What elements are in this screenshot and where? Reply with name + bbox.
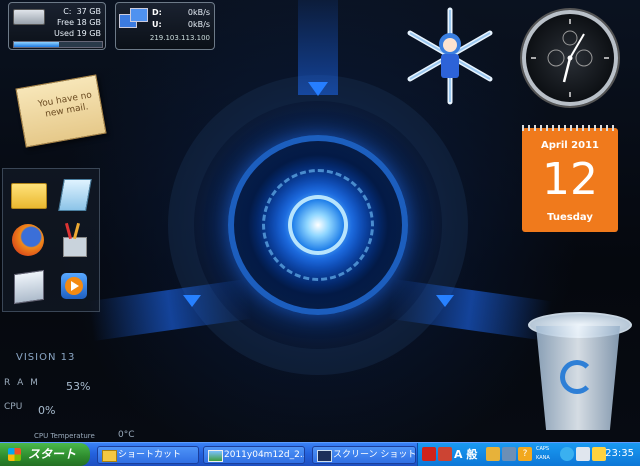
clock-face-icon [531,19,609,97]
cpu-label: CPU [4,402,23,412]
drive-free: Free 18 GB [57,18,101,27]
taskbar-item-shortcut[interactable]: ショートカット [97,446,199,464]
media-player-icon[interactable] [55,267,93,305]
calendar-day: 12 [542,154,598,205]
analog-clock-gadget[interactable] [522,10,618,106]
calendar-month-year: April 2011 [541,140,599,151]
clock-time[interactable]: 23:35 [605,448,634,459]
volume-tray-icon[interactable] [576,447,590,461]
wallpaper-glow-top [298,0,338,95]
screen-icon [317,450,332,462]
system-monitor-gadget: VISION 13 R A M 53% CPU 0% CPU Temperatu… [0,350,170,442]
calculator-icon[interactable] [9,267,47,305]
folder-icon [102,450,117,462]
drive-meter-gadget[interactable]: C: 37 GB Free 18 GB Used 19 GB [8,2,106,50]
cpu-value: 0% [38,404,56,417]
mail-notifier-gadget[interactable]: You have no new mail. [15,74,107,148]
ime-tool-icon[interactable] [486,447,500,461]
ram-value: 53% [66,380,91,393]
ime-dictionary-icon[interactable] [502,447,516,461]
red-tray-icon[interactable] [422,447,436,461]
recycle-bin-icon[interactable] [522,300,634,440]
drive-used: Used 19 GB [54,29,101,38]
ip-address: 219.103.113.100 [149,34,210,42]
paint-brushes-icon[interactable] [55,221,93,259]
task-label: スクリーン ショット [333,450,416,460]
caps-label: CAPS [536,446,550,452]
network-tray-icon[interactable] [560,447,574,461]
folder-icon[interactable] [9,175,47,213]
windows-logo-icon [8,448,21,461]
hard-drive-icon [13,9,45,25]
task-label: ショートカット [118,450,182,460]
notepad-icon[interactable] [55,175,93,213]
caps-kana-indicator: CAPS KANA [536,445,550,463]
recycle-symbol-icon [560,360,594,394]
task-label: 2011y04m12d_2... [224,450,305,460]
image-icon [208,450,223,462]
download-label: D: [152,8,162,17]
calendar-gadget[interactable]: April 2011 12 Tuesday [522,125,618,232]
cpu-temp-label: CPU Temperature [34,432,95,440]
taskbar: スタート ショートカット 2011y04m12d_2... スクリーン ショット… [0,442,640,466]
help-icon[interactable]: ? [518,447,532,461]
network-meter-gadget[interactable]: D: 0kB/s U: 0kB/s 219.103.113.100 [115,2,215,50]
calendar-weekday: Tuesday [547,212,593,223]
snowflake-character-gadget[interactable] [398,4,502,108]
snowflake-icon [407,7,493,105]
power-core [288,195,348,255]
upload-rate: 0kB/s [187,20,210,29]
upload-label: U: [152,20,162,29]
drive-total: C: 37 GB [63,7,101,16]
security-tray-icon[interactable] [592,447,606,461]
start-button[interactable]: スタート [0,443,90,466]
keyboard-icon[interactable] [438,447,452,461]
drive-usage-bar [13,41,103,48]
desktop-wallpaper: C: 37 GB Free 18 GB Used 19 GB D: 0kB/s … [0,0,640,442]
cpu-temp-value: 0°C [118,430,135,440]
monitor-title: VISION 13 [16,352,76,363]
network-computers-icon [119,8,148,32]
kana-label: KANA [536,455,550,461]
firefox-icon[interactable] [9,221,47,259]
taskbar-item-screenshot[interactable]: スクリーン ショット [312,446,416,464]
system-tray: A 般 ? CAPS KANA 23:35 [417,443,640,466]
drive-usage-fill [14,42,59,47]
taskbar-item-image[interactable]: 2011y04m12d_2... [203,446,305,464]
app-launcher-gadget [2,168,100,312]
start-label: スタート [28,447,77,461]
ime-indicator[interactable]: A 般 [454,446,477,462]
ram-label: R A M [4,378,40,388]
download-rate: 0kB/s [187,8,210,17]
calendar-binding [522,125,618,131]
